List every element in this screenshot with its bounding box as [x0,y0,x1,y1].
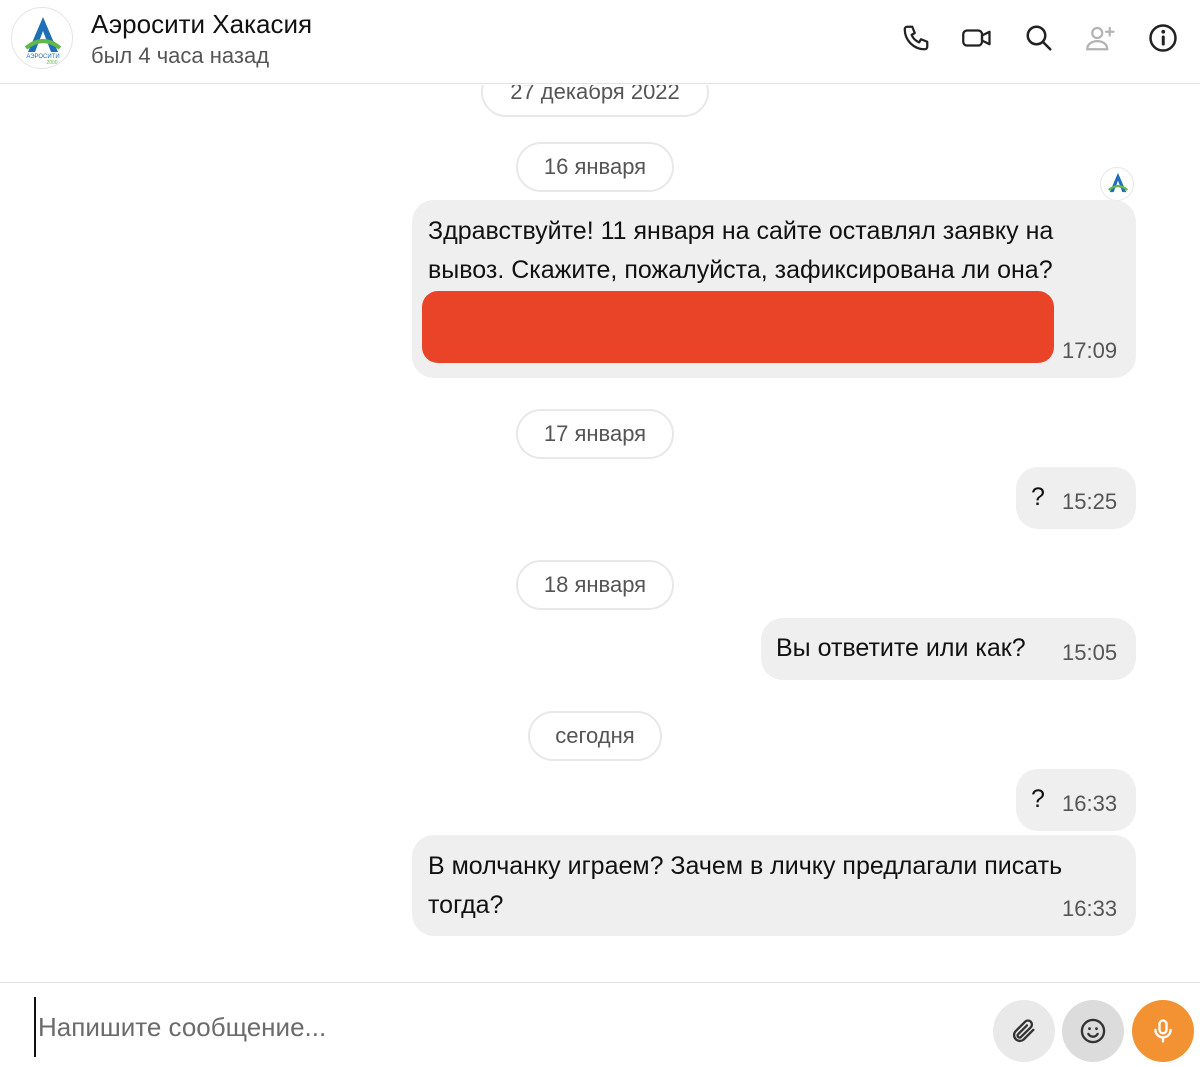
message-text: ? [1031,483,1045,511]
info-button[interactable] [1141,16,1185,60]
microphone-icon [1154,1019,1172,1043]
message-bubble[interactable]: Здравствуйте! 11 января на сайте оставля… [412,200,1136,378]
phone-icon [903,25,929,51]
date-separator: 18 января [516,560,674,610]
redacted-block [422,291,1054,363]
message-time: 17:09 [1062,338,1118,363]
chat-window: АЭРОСИТИ 2000 Аэросити Хакасия был 4 час… [0,0,1200,1067]
video-icon [962,29,991,47]
chat-header: АЭРОСИТИ 2000 Аэросити Хакасия был 4 час… [0,0,1200,84]
video-call-button[interactable] [955,16,999,60]
message-time: 16:33 [1062,896,1118,921]
date-separator: 27 декабря 2022 [481,85,709,117]
message-composer [0,982,1200,1067]
attach-icon [1012,1019,1035,1043]
message-input[interactable] [34,997,934,1057]
chat-title: Аэросити Хакасия [91,9,313,39]
sender-avatar[interactable] [1100,167,1134,201]
message-text: Здравствуйте! 11 января на сайте оставля… [428,217,1054,284]
aerocity-logo-icon [1107,172,1129,193]
message-bubble[interactable]: ? 16:33 [1016,769,1136,831]
message-bubble[interactable]: ? 15:25 [1016,467,1136,529]
voice-message-button[interactable] [1132,1000,1194,1062]
add-member-button[interactable] [1079,16,1123,60]
aerocity-logo-icon: АЭРОСИТИ 2000 [24,17,62,66]
message-text: В молчанку играем? Зачем в личку предлаг… [428,852,1063,919]
message-text: ? [1031,785,1045,813]
avatar[interactable]: АЭРОСИТИ 2000 [11,7,73,69]
emoji-button[interactable] [1062,1000,1124,1062]
emoji-icon [1080,1018,1106,1044]
date-separator: 16 января [516,142,674,192]
add-user-icon [1086,26,1115,51]
message-time: 15:25 [1062,489,1118,514]
search-button[interactable] [1017,16,1061,60]
call-button[interactable] [894,16,938,60]
search-icon [1026,25,1052,51]
last-seen-status: был 4 часа назад [91,43,270,68]
date-separator: сегодня [528,711,662,761]
message-time: 15:05 [1062,640,1118,665]
info-icon [1149,24,1177,52]
svg-text:2000: 2000 [46,60,57,66]
message-bubble[interactable]: Вы ответите или как? 15:05 [761,618,1136,680]
date-separator: 17 января [516,409,674,459]
message-list[interactable]: 27 декабря 2022 16 января Здравствуйте! … [0,85,1200,982]
message-bubble[interactable]: В молчанку играем? Зачем в личку предлаг… [412,835,1136,936]
attach-button[interactable] [993,1000,1055,1062]
message-text: Вы ответите или как? [776,634,1026,662]
message-time: 16:33 [1062,791,1118,816]
